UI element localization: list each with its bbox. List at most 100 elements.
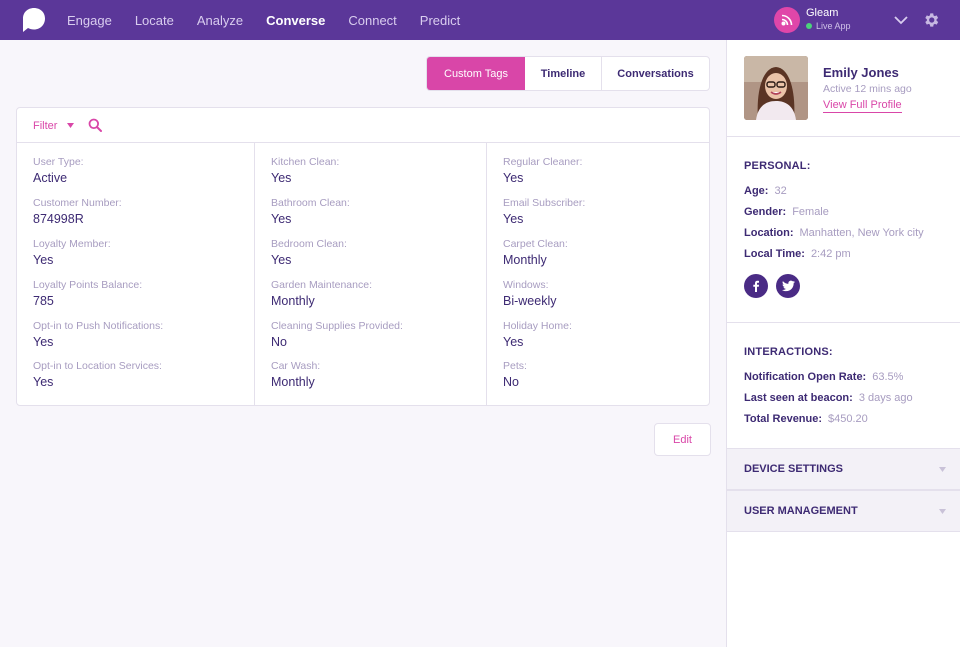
- chevron-down-icon[interactable]: [893, 13, 909, 27]
- divider: [727, 322, 960, 323]
- interaction-key: Notification Open Rate:: [744, 371, 867, 383]
- view-tabs: Custom Tags Timeline Conversations: [426, 56, 710, 91]
- tab-timeline[interactable]: Timeline: [525, 57, 601, 90]
- tag-field: Windows: Bi-weekly: [503, 279, 557, 308]
- device-settings-accordion[interactable]: DEVICE SETTINGS: [727, 448, 960, 490]
- personal-key: Location:: [744, 227, 794, 239]
- accordion-label: USER MANAGEMENT: [744, 505, 858, 517]
- tag-field: Email Subscriber: Yes: [503, 197, 585, 226]
- interaction-key: Total Revenue:: [744, 413, 823, 425]
- tag-field: Holiday Home: Yes: [503, 320, 572, 349]
- nav-locate[interactable]: Locate: [135, 13, 174, 28]
- personal-key: Local Time:: [744, 248, 805, 260]
- field-label: Bedroom Clean:: [271, 238, 347, 250]
- tag-field: Pets: No: [503, 360, 527, 389]
- filter-dropdown[interactable]: Filter: [33, 120, 57, 132]
- app-logo-icon[interactable]: [22, 7, 46, 33]
- profile-last-active: Active 12 mins ago: [823, 83, 912, 95]
- field-label: Regular Cleaner:: [503, 156, 583, 168]
- field-value: Yes: [271, 212, 292, 226]
- app-switcher-badge[interactable]: [774, 7, 800, 33]
- field-label: Cleaning Supplies Provided:: [271, 320, 403, 332]
- nav-connect[interactable]: Connect: [348, 13, 396, 28]
- interactions-section-title: INTERACTIONS:: [744, 346, 833, 358]
- field-value: Active: [33, 171, 68, 185]
- tag-field: User Type: Active: [33, 156, 84, 185]
- nav-engage[interactable]: Engage: [67, 13, 112, 28]
- field-value: Yes: [503, 171, 524, 185]
- user-photo: [744, 56, 808, 120]
- personal-row: Age: 32: [744, 185, 787, 197]
- twitter-button[interactable]: [776, 274, 800, 298]
- field-value: Yes: [33, 375, 54, 389]
- field-label: Holiday Home:: [503, 320, 572, 332]
- interaction-value: 63.5%: [872, 371, 904, 383]
- caret-down-icon: [939, 509, 946, 514]
- nav-converse[interactable]: Converse: [266, 13, 325, 28]
- view-full-profile-link[interactable]: View Full Profile: [823, 99, 902, 113]
- field-value: Yes: [503, 335, 524, 349]
- field-value: Yes: [503, 212, 524, 226]
- tag-field: Regular Cleaner: Yes: [503, 156, 582, 185]
- nav-predict[interactable]: Predict: [420, 13, 460, 28]
- facebook-icon: [753, 280, 759, 292]
- personal-key: Age:: [744, 185, 769, 197]
- twitter-icon: [781, 280, 795, 292]
- facebook-button[interactable]: [744, 274, 768, 298]
- tag-field: Bathroom Clean: Yes: [271, 197, 350, 226]
- field-label: Email Subscriber:: [503, 197, 586, 209]
- search-icon[interactable]: [88, 118, 102, 132]
- tag-field: Garden Maintenance: Monthly: [271, 279, 372, 308]
- field-label: Customer Number:: [33, 197, 122, 209]
- personal-value: Manhatten, New York city: [799, 227, 924, 239]
- field-label: Garden Maintenance:: [271, 279, 372, 291]
- field-value: Monthly: [271, 294, 315, 308]
- field-value: No: [503, 375, 519, 389]
- tag-field: Opt-in to Location Services: Yes: [33, 360, 162, 389]
- user-profile-panel: Emily Jones Active 12 mins ago View Full…: [726, 40, 960, 647]
- personal-value: 32: [774, 185, 787, 197]
- profile-name: Emily Jones: [823, 65, 899, 80]
- tag-column-1: User Type: Active Customer Number: 874998R…: [17, 143, 255, 405]
- personal-row: Gender: Female: [744, 206, 829, 218]
- field-label: Carpet Clean:: [503, 238, 568, 250]
- app-status: Live App: [806, 21, 851, 31]
- interaction-value: $450.20: [828, 413, 868, 425]
- tag-column-3: Regular Cleaner: Yes Email Subscriber: Yes…: [487, 143, 709, 405]
- filter-bar: Filter: [17, 108, 709, 143]
- field-value: Bi-weekly: [503, 294, 557, 308]
- tag-field: Car Wash: Monthly: [271, 360, 320, 389]
- personal-value: Female: [792, 206, 829, 218]
- divider: [727, 136, 960, 137]
- field-value: Yes: [271, 171, 292, 185]
- gear-icon[interactable]: [922, 11, 940, 29]
- app-name[interactable]: Gleam: [806, 7, 838, 19]
- tag-field: Cleaning Supplies Provided: No: [271, 320, 403, 349]
- tag-field: Carpet Clean: Monthly: [503, 238, 568, 267]
- field-value: Yes: [33, 253, 54, 267]
- field-label: User Type:: [33, 156, 84, 168]
- tab-conversations[interactable]: Conversations: [601, 57, 709, 90]
- tag-field: Loyalty Points Balance: 785: [33, 279, 142, 308]
- tag-field: Opt-in to Push Notifications: Yes: [33, 320, 163, 349]
- broadcast-icon: [781, 14, 793, 26]
- field-value: Monthly: [271, 375, 315, 389]
- field-value: 874998R: [33, 212, 84, 226]
- caret-down-icon[interactable]: [67, 123, 74, 128]
- edit-button[interactable]: Edit: [654, 423, 711, 456]
- tag-column-2: Kitchen Clean: Yes Bathroom Clean: Yes Bed…: [255, 143, 487, 405]
- tab-custom-tags[interactable]: Custom Tags: [427, 57, 525, 90]
- tag-field: Customer Number: 874998R: [33, 197, 122, 226]
- personal-row: Local Time: 2:42 pm: [744, 248, 851, 260]
- interaction-row: Total Revenue: $450.20: [744, 413, 868, 425]
- personal-section-title: PERSONAL:: [744, 160, 811, 172]
- personal-key: Gender:: [744, 206, 787, 218]
- field-label: Kitchen Clean:: [271, 156, 340, 168]
- field-value: 785: [33, 294, 54, 308]
- user-management-accordion[interactable]: USER MANAGEMENT: [727, 490, 960, 532]
- live-status-dot: [806, 23, 812, 29]
- field-value: Monthly: [503, 253, 547, 267]
- caret-down-icon: [939, 467, 946, 472]
- main-nav: Engage Locate Analyze Converse Connect P…: [67, 0, 483, 40]
- nav-analyze[interactable]: Analyze: [197, 13, 243, 28]
